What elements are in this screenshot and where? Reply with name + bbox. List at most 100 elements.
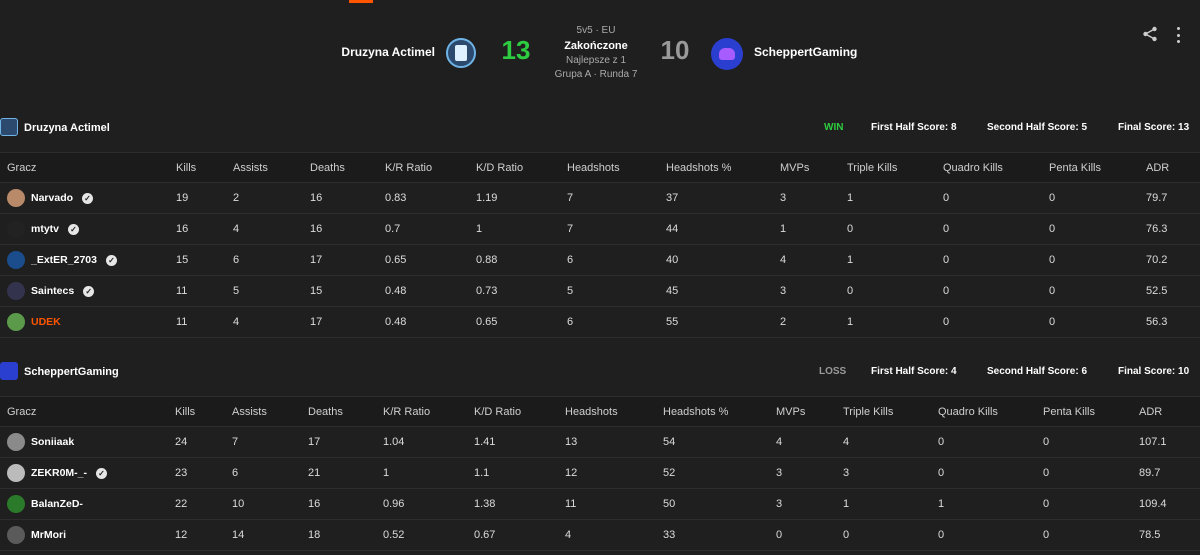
stat-cell: 4	[843, 426, 938, 458]
col-header[interactable]: Kills	[176, 152, 233, 183]
stat-cell: 40	[666, 244, 780, 276]
player-name[interactable]: BalanZeD-	[31, 498, 83, 510]
stat-cell: 0	[1043, 426, 1139, 458]
player-name[interactable]: ZEKR0M-_-	[31, 467, 87, 479]
stat-cell: 79.7	[1146, 182, 1200, 214]
team1-score: 13	[501, 35, 531, 65]
stat-cell: 3	[776, 457, 843, 489]
stat-cell: 23	[175, 457, 232, 489]
team1-logo[interactable]	[446, 38, 476, 68]
more-vertical-icon[interactable]	[1170, 26, 1186, 44]
player-cell: MrMori	[0, 519, 175, 551]
team1-summary-bar: Druzyna Actimel WIN First Half Score: 8 …	[0, 112, 1200, 146]
col-header[interactable]: K/R Ratio	[385, 152, 476, 183]
stat-cell: 0	[1049, 275, 1146, 307]
col-header[interactable]: Deaths	[310, 152, 385, 183]
avatar[interactable]	[7, 251, 25, 269]
player-cell: _ExtER_2703 ✓	[0, 244, 176, 276]
match-header: 5v5 · EU Zakończone Najlepsze z 1 Grupa …	[0, 0, 1200, 100]
stat-cell: 45	[666, 275, 780, 307]
col-header[interactable]: Gracz	[0, 396, 175, 427]
col-header[interactable]: Triple Kills	[843, 396, 938, 427]
avatar[interactable]	[7, 526, 25, 544]
player-name[interactable]: MrMori	[31, 529, 66, 541]
share-icon[interactable]	[1142, 26, 1158, 42]
stat-cell: 7	[567, 182, 666, 214]
avatar[interactable]	[7, 464, 25, 482]
stat-cell: 15	[176, 244, 233, 276]
col-header[interactable]: Headshots	[565, 396, 663, 427]
stat-cell: 0.65	[385, 244, 476, 276]
stat-cell: 6	[567, 244, 666, 276]
avatar[interactable]	[7, 282, 25, 300]
col-header[interactable]: Gracz	[0, 152, 176, 183]
stat-cell: 1	[383, 457, 474, 489]
team2-section-name: ScheppertGaming	[24, 366, 119, 378]
player-name[interactable]: _ExtER_2703	[31, 254, 97, 266]
team1-name[interactable]: Druzyna Actimel	[300, 45, 435, 59]
stat-cell: 44	[666, 213, 780, 245]
player-name[interactable]: Soniiaak	[31, 436, 74, 448]
stat-cell: 0.67	[474, 519, 565, 551]
avatar[interactable]	[7, 220, 25, 238]
col-header[interactable]: K/D Ratio	[474, 396, 565, 427]
col-header[interactable]: Triple Kills	[847, 152, 943, 183]
stat-cell: 0.7	[385, 213, 476, 245]
stat-cell: 0	[847, 275, 943, 307]
stat-cell: 16	[308, 488, 383, 520]
avatar[interactable]	[7, 189, 25, 207]
team2-logo[interactable]	[711, 38, 743, 70]
stat-cell: 0.73	[476, 275, 567, 307]
stat-cell: 0	[943, 244, 1049, 276]
stat-cell: 2	[233, 182, 310, 214]
col-header[interactable]: Headshots %	[663, 396, 776, 427]
col-header[interactable]: MVPs	[776, 396, 843, 427]
team2-result: LOSS	[819, 366, 847, 377]
team2-name[interactable]: ScheppertGaming	[754, 45, 914, 59]
stat-cell: 0	[943, 306, 1049, 338]
stat-cell: 4	[565, 519, 663, 551]
stat-cell: 0.83	[385, 182, 476, 214]
avatar[interactable]	[7, 495, 25, 513]
player-name[interactable]: Saintecs	[31, 285, 74, 297]
stat-cell: 0	[938, 519, 1043, 551]
stat-cell: 6	[567, 306, 666, 338]
team2-second-half: Second Half Score: 6	[987, 366, 1088, 377]
stat-cell: 0	[943, 213, 1049, 245]
stat-cell: 1.19	[476, 182, 567, 214]
col-header[interactable]: Headshots %	[666, 152, 780, 183]
verified-check-icon: ✓	[83, 285, 95, 297]
stat-cell: 1	[780, 213, 847, 245]
team2-score: 10	[660, 35, 690, 65]
col-header[interactable]: MVPs	[780, 152, 847, 183]
stat-cell: 4	[780, 244, 847, 276]
team2-section: ScheppertGaming LOSS First Half Score: 4…	[0, 356, 1200, 390]
stat-cell: 5	[567, 275, 666, 307]
col-header[interactable]: Quadro Kills	[943, 152, 1049, 183]
stat-cell: 1	[843, 488, 938, 520]
col-header[interactable]: Deaths	[308, 396, 383, 427]
player-name[interactable]: mtytv	[31, 223, 59, 235]
col-header[interactable]: Quadro Kills	[938, 396, 1043, 427]
stat-cell: 11	[176, 306, 233, 338]
col-header[interactable]: Kills	[175, 396, 232, 427]
col-header[interactable]: K/D Ratio	[476, 152, 567, 183]
col-header[interactable]: ADR	[1146, 152, 1200, 183]
col-header[interactable]: Assists	[232, 396, 308, 427]
player-name[interactable]: UDEK	[31, 316, 61, 328]
avatar[interactable]	[7, 433, 25, 451]
player-name[interactable]: Narvado	[31, 192, 73, 204]
col-header[interactable]: Penta Kills	[1043, 396, 1139, 427]
stat-cell: 0	[847, 213, 943, 245]
table-row: BalanZeD- 22 10 16 0.96 1.38 11 50 3 1 1 0 109.4	[0, 488, 1200, 520]
col-header[interactable]: ADR	[1139, 396, 1200, 427]
stat-cell: 1.38	[474, 488, 565, 520]
col-header[interactable]: K/R Ratio	[383, 396, 474, 427]
table-row: Soniiaak 24 7 17 1.04 1.41 13 54 4 4 0 0 107.1	[0, 426, 1200, 458]
avatar[interactable]	[7, 313, 25, 331]
col-header[interactable]: Assists	[233, 152, 310, 183]
verified-check-icon: ✓	[105, 254, 117, 266]
col-header[interactable]: Headshots	[567, 152, 666, 183]
col-header[interactable]: Penta Kills	[1049, 152, 1146, 183]
stat-cell: 0	[776, 519, 843, 551]
